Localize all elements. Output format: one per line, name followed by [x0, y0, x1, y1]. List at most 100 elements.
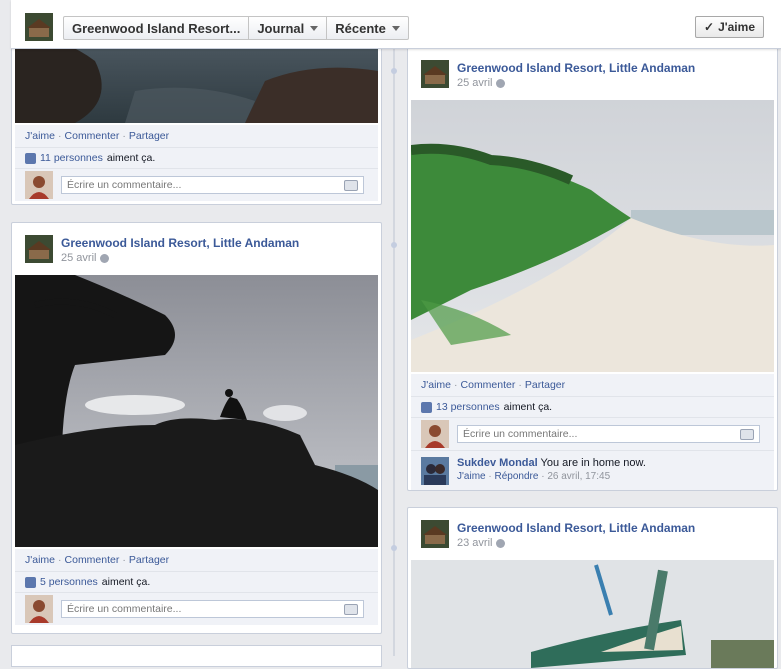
like-link[interactable]: J'aime — [25, 554, 55, 566]
comment-composer: Écrire un commentaire... — [15, 168, 378, 201]
page-header-bar: Greenwood Island Resort... Journal Récen… — [11, 0, 781, 49]
comment-reply-link[interactable]: Répondre — [495, 471, 539, 482]
separator: · — [488, 471, 492, 482]
thumbs-up-icon — [25, 152, 36, 164]
separator: · — [58, 130, 62, 142]
post-photo[interactable] — [411, 100, 774, 372]
comment-input[interactable]: Écrire un commentaire... — [457, 425, 760, 443]
globe-icon — [496, 538, 506, 548]
camera-icon[interactable] — [740, 428, 754, 440]
likes-suffix: aiment ça. — [101, 576, 151, 588]
post-date: 25 avril — [457, 77, 506, 89]
comment-placeholder: Écrire un commentaire... — [67, 603, 182, 615]
page-avatar[interactable] — [421, 60, 449, 88]
globe-icon — [496, 78, 506, 88]
comment-placeholder: Écrire un commentaire... — [463, 428, 578, 440]
post-author[interactable]: Greenwood Island Resort, Little Andaman — [457, 521, 695, 535]
likes-suffix: aiment ça. — [503, 401, 553, 413]
breadcrumb-page[interactable]: Greenwood Island Resort... — [64, 17, 250, 39]
separator: · — [58, 554, 62, 566]
share-link[interactable]: Partager — [525, 379, 565, 391]
post-card: Greenwood Island Resort, Little Andaman … — [407, 47, 778, 491]
user-avatar — [25, 595, 53, 623]
post-actions: J'aime · Commenter · Partager — [411, 374, 774, 396]
post-footer: J'aime · Commenter · Partager 11 personn… — [15, 125, 378, 201]
camera-icon[interactable] — [344, 603, 358, 615]
breadcrumb-page-label: Greenwood Island Resort... — [72, 20, 241, 36]
chevron-down-icon — [310, 25, 319, 31]
comment-input[interactable]: Écrire un commentaire... — [61, 176, 364, 194]
post-footer: J'aime · Commenter · Partager 5 personne… — [15, 549, 378, 625]
likes-suffix: aiment ça. — [106, 152, 156, 164]
share-link[interactable]: Partager — [129, 130, 169, 142]
post-date-link[interactable]: 23 avril — [457, 537, 492, 549]
check-icon: ✓ — [704, 20, 715, 34]
post-header: Greenwood Island Resort, Little Andaman … — [408, 508, 777, 560]
post-card: Greenwood Island Resort, Little Andaman … — [407, 507, 778, 669]
globe-icon — [100, 253, 110, 263]
separator: · — [122, 130, 126, 142]
separator: · — [454, 379, 458, 391]
comment-item: Sukdev Mondal You are in home now. J'aim… — [411, 450, 774, 490]
user-avatar — [421, 420, 449, 448]
breadcrumb: Greenwood Island Resort... Journal Récen… — [63, 16, 409, 40]
share-link[interactable]: Partager — [129, 554, 169, 566]
like-link[interactable]: J'aime — [25, 130, 55, 142]
post-date-link[interactable]: 25 avril — [61, 252, 96, 264]
post-card: Greenwood Island Resort, Little Andaman … — [11, 222, 382, 634]
page-avatar[interactable] — [421, 520, 449, 548]
likes-summary: 13 personnes aiment ça. — [411, 396, 774, 417]
page-avatar[interactable] — [25, 235, 53, 263]
timeline-marker — [391, 68, 397, 74]
post-photo[interactable] — [411, 560, 774, 668]
separator: · — [518, 379, 522, 391]
post-header: Greenwood Island Resort, Little Andaman … — [408, 48, 777, 100]
thumbs-up-icon — [25, 576, 36, 588]
comment-text: You are in home now. — [540, 457, 646, 469]
likes-count-link[interactable]: 11 personnes — [40, 152, 103, 164]
page-avatar[interactable] — [25, 13, 53, 41]
post-author[interactable]: Greenwood Island Resort, Little Andaman — [457, 61, 695, 75]
comment-input[interactable]: Écrire un commentaire... — [61, 600, 364, 618]
comment-link[interactable]: Commenter — [461, 379, 516, 391]
post-footer: J'aime · Commenter · Partager 13 personn… — [411, 374, 774, 490]
page-like-label: J'aime — [718, 20, 755, 34]
comment-composer: Écrire un commentaire... — [411, 417, 774, 450]
likes-count-link[interactable]: 13 personnes — [436, 401, 500, 413]
page-like-button[interactable]: ✓ J'aime — [695, 16, 764, 38]
comment-placeholder: Écrire un commentaire... — [67, 179, 182, 191]
comment-meta: J'aime · Répondre · 26 avril, 17:45 — [457, 471, 646, 482]
timeline-spine — [393, 0, 395, 656]
partial-post — [11, 645, 382, 667]
post-photo[interactable] — [15, 275, 378, 547]
comment-composer: Écrire un commentaire... — [15, 592, 378, 625]
timeline-marker — [391, 545, 397, 551]
post-header: Greenwood Island Resort, Little Andaman … — [12, 223, 381, 275]
breadcrumb-sort-label: Récente — [335, 20, 386, 36]
like-link[interactable]: J'aime — [421, 379, 451, 391]
commenter-avatar[interactable] — [421, 457, 449, 485]
likes-summary: 11 personnes aiment ça. — [15, 147, 378, 168]
post-author[interactable]: Greenwood Island Resort, Little Andaman — [61, 236, 299, 250]
likes-count-link[interactable]: 5 personnes — [40, 576, 98, 588]
post-actions: J'aime · Commenter · Partager — [15, 125, 378, 147]
user-avatar — [25, 171, 53, 199]
chevron-down-icon — [391, 25, 400, 31]
comment-like-link[interactable]: J'aime — [457, 471, 486, 482]
post-date: 23 avril — [457, 537, 506, 549]
likes-summary: 5 personnes aiment ça. — [15, 571, 378, 592]
camera-icon[interactable] — [344, 179, 358, 191]
thumbs-up-icon — [421, 401, 432, 413]
separator: · — [541, 471, 545, 482]
breadcrumb-section-dropdown[interactable]: Journal — [249, 17, 328, 39]
breadcrumb-sort-dropdown[interactable]: Récente — [327, 17, 408, 39]
post-actions: J'aime · Commenter · Partager — [15, 549, 378, 571]
breadcrumb-section-label: Journal — [257, 20, 305, 36]
comment-author[interactable]: Sukdev Mondal — [457, 457, 538, 469]
timeline-marker — [391, 242, 397, 248]
post-date: 25 avril — [61, 252, 110, 264]
comment-link[interactable]: Commenter — [65, 554, 120, 566]
post-date-link[interactable]: 25 avril — [457, 77, 492, 89]
comment-link[interactable]: Commenter — [65, 130, 120, 142]
comment-body: Sukdev Mondal You are in home now. J'aim… — [457, 457, 646, 485]
